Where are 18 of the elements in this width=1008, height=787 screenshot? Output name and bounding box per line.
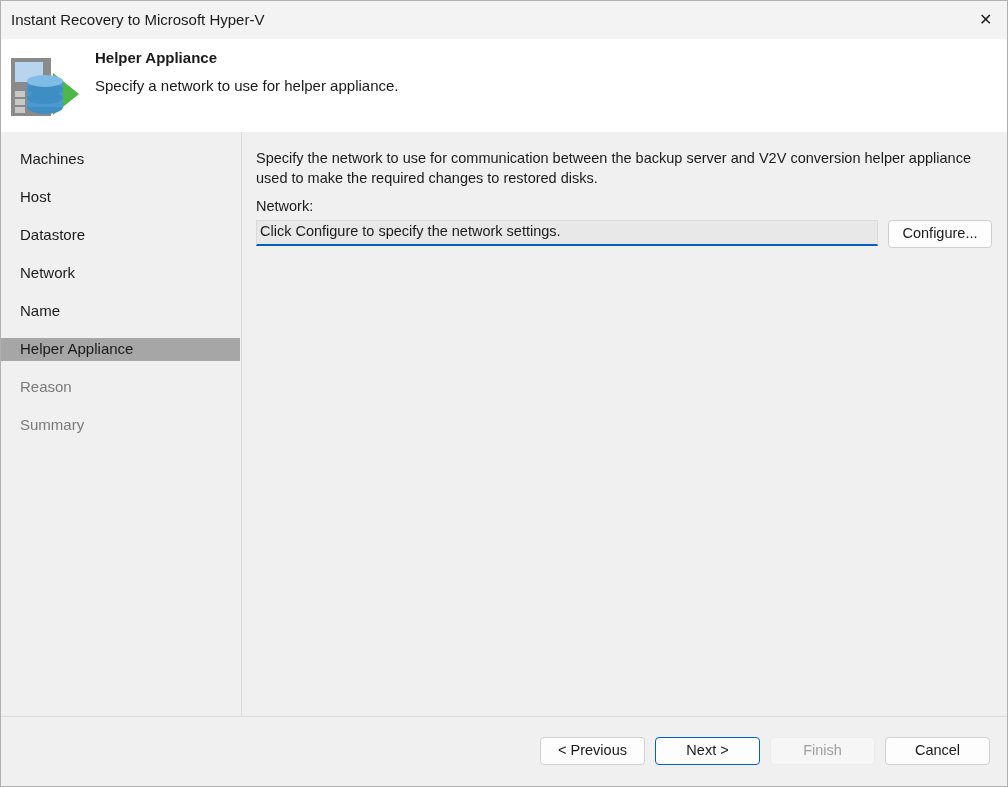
wizard-button[interactable]: Cancel — [885, 736, 990, 765]
network-label: Network: — [256, 197, 315, 216]
wizard-step[interactable]: Helper Appliance — [1, 338, 240, 361]
window-title: Instant Recovery to Microsoft Hyper-V — [11, 9, 265, 30]
wizard-step[interactable]: Network — [1, 262, 240, 285]
description-text: Specify the network to use for communication between the backup server and V2V conversion helper appliance used to make the required changes to restored disks. — [256, 149, 972, 188]
page-subtitle: Specify a network to use for helper appliance. — [95, 75, 399, 96]
wizard-button[interactable]: < Previous — [540, 736, 645, 765]
wizard-step[interactable]: Name — [1, 300, 240, 323]
wizard-button[interactable]: Next > — [655, 736, 760, 765]
close-button[interactable]: ✕ — [963, 1, 1007, 39]
page-title: Helper Appliance — [95, 48, 218, 68]
wizard-step[interactable]: Datastore — [1, 224, 240, 247]
wizard-step[interactable]: Machines — [1, 148, 240, 171]
network-field[interactable]: Click Configure to specify the network settings. — [256, 219, 878, 246]
configure-button[interactable]: Configure... — [888, 219, 992, 248]
wizard-step[interactable]: Host — [1, 186, 240, 209]
server-database-icon — [11, 55, 79, 117]
